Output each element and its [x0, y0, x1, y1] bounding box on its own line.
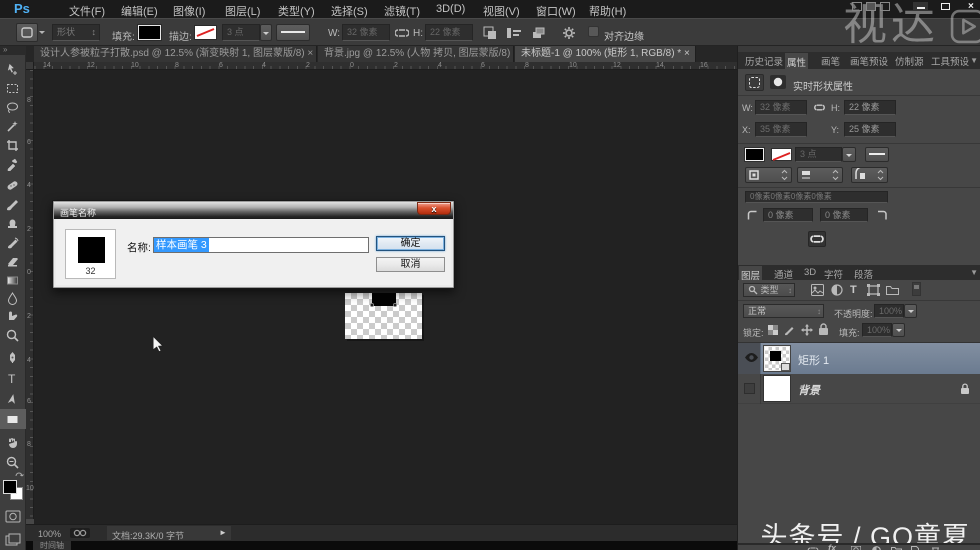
svg-text:T: T: [8, 372, 16, 385]
